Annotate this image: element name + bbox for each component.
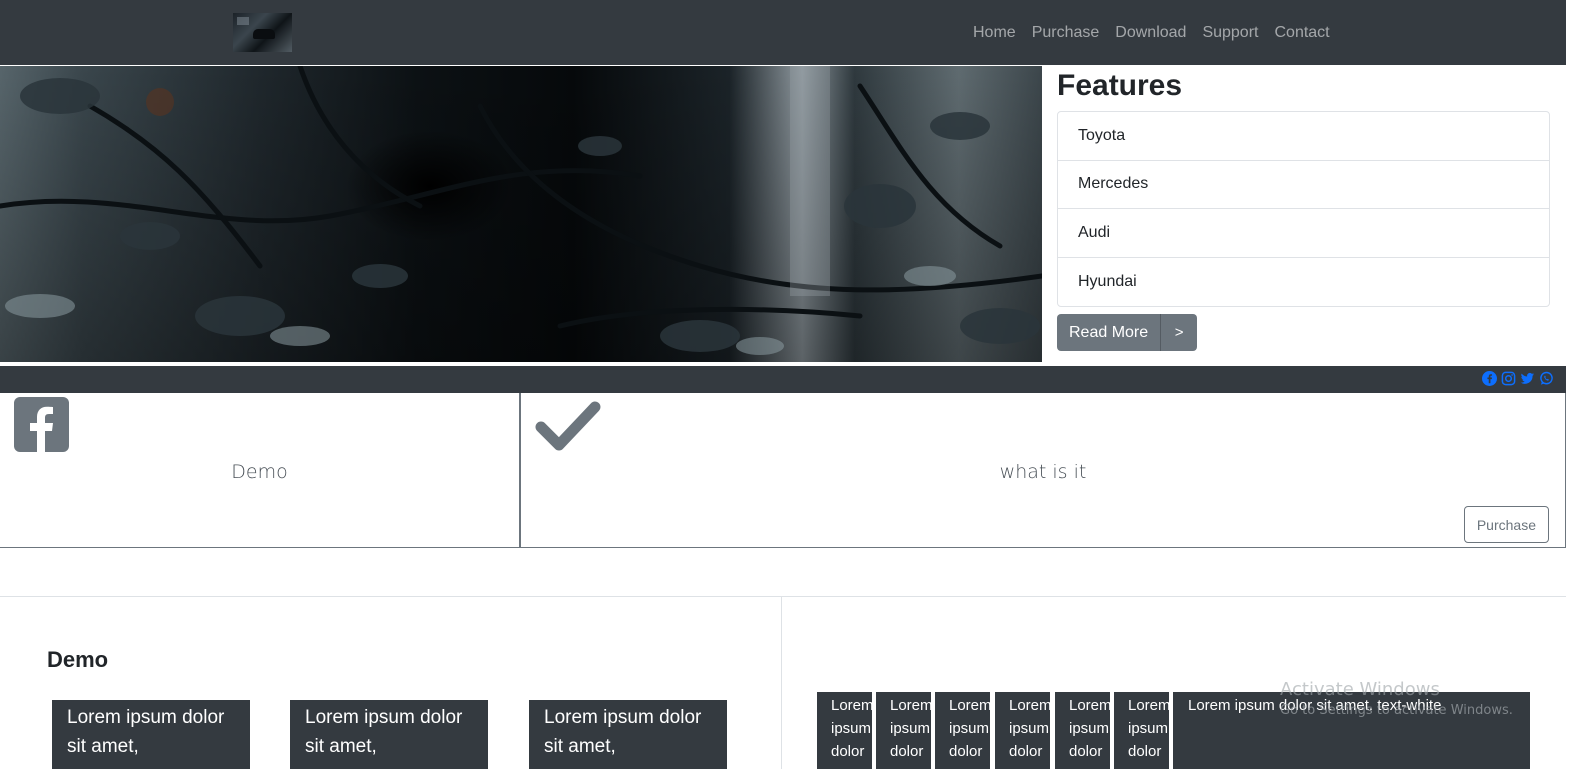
features-panel: Features Toyota Mercedes Audi Hyundai	[1057, 68, 1550, 307]
read-more-button[interactable]: Read More	[1057, 314, 1162, 351]
next-button[interactable]: >	[1161, 314, 1198, 351]
nav-link-home[interactable]: Home	[965, 22, 1024, 44]
text-column: Lorem ipsum dolor	[817, 692, 874, 769]
feature-item-audi[interactable]: Audi	[1058, 209, 1549, 258]
column-divider	[781, 597, 782, 769]
nav-link-contact[interactable]: Contact	[1266, 22, 1337, 44]
text-column: Lorem ipsum dolor	[1055, 692, 1112, 769]
text-column: Lorem ipsum dolor	[876, 692, 933, 769]
demo-text-card: Lorem ipsum dolor sit amet,	[290, 700, 488, 769]
hero-image	[0, 66, 1042, 362]
purchase-button[interactable]: Purchase	[1463, 506, 1549, 543]
scrollbar-track[interactable]	[1566, 0, 1584, 769]
text-column: Lorem ipsum dolor	[1114, 692, 1171, 769]
text-column: Lorem ipsum dolor	[995, 692, 1052, 769]
text-column: Lorem ipsum dolor	[935, 692, 992, 769]
demo-heading: Demo	[47, 647, 109, 672]
wide-text-column: Lorem ipsum dolor sit amet. text-white	[1173, 692, 1530, 769]
feature-item-mercedes[interactable]: Mercedes	[1058, 161, 1549, 209]
demo-card-text: Demo	[231, 461, 288, 483]
demo-card-large: Demo	[0, 393, 521, 547]
navbar: Home Purchase Download Support Contact	[0, 0, 1584, 65]
info-card-text: what is it	[999, 461, 1087, 483]
hero-branches	[0, 66, 1042, 355]
instagram-icon[interactable]	[1501, 371, 1516, 386]
facebook-square-icon	[14, 397, 69, 452]
twitter-icon[interactable]	[1520, 371, 1535, 386]
social-bar	[0, 366, 1566, 393]
nav-link-purchase[interactable]: Purchase	[1024, 22, 1108, 44]
nav-link-download[interactable]: Download	[1107, 22, 1194, 44]
nav-links: Home Purchase Download Support Contact	[965, 22, 1338, 44]
read-more-button-group: Read More >	[1057, 314, 1198, 351]
info-card: what is it Purchase	[521, 393, 1565, 547]
social-icons	[1482, 371, 1554, 386]
brand-logo[interactable]	[233, 13, 292, 52]
feature-item-toyota[interactable]: Toyota	[1058, 112, 1549, 161]
feature-list: Toyota Mercedes Audi Hyundai	[1057, 111, 1550, 307]
feature-item-hyundai[interactable]: Hyundai	[1058, 258, 1549, 307]
demo-text-card: Lorem ipsum dolor sit amet,	[52, 700, 250, 769]
cards-row: Demo what is it Purchase	[0, 393, 1566, 548]
section-divider	[0, 596, 1566, 597]
check-icon	[535, 401, 601, 451]
whatsapp-icon[interactable]	[1539, 371, 1554, 386]
nav-link-support[interactable]: Support	[1194, 22, 1266, 44]
features-title: Features	[1057, 69, 1183, 102]
demo-text-card: Lorem ipsum dolor sit amet,	[529, 700, 727, 769]
facebook-icon[interactable]	[1482, 371, 1497, 386]
